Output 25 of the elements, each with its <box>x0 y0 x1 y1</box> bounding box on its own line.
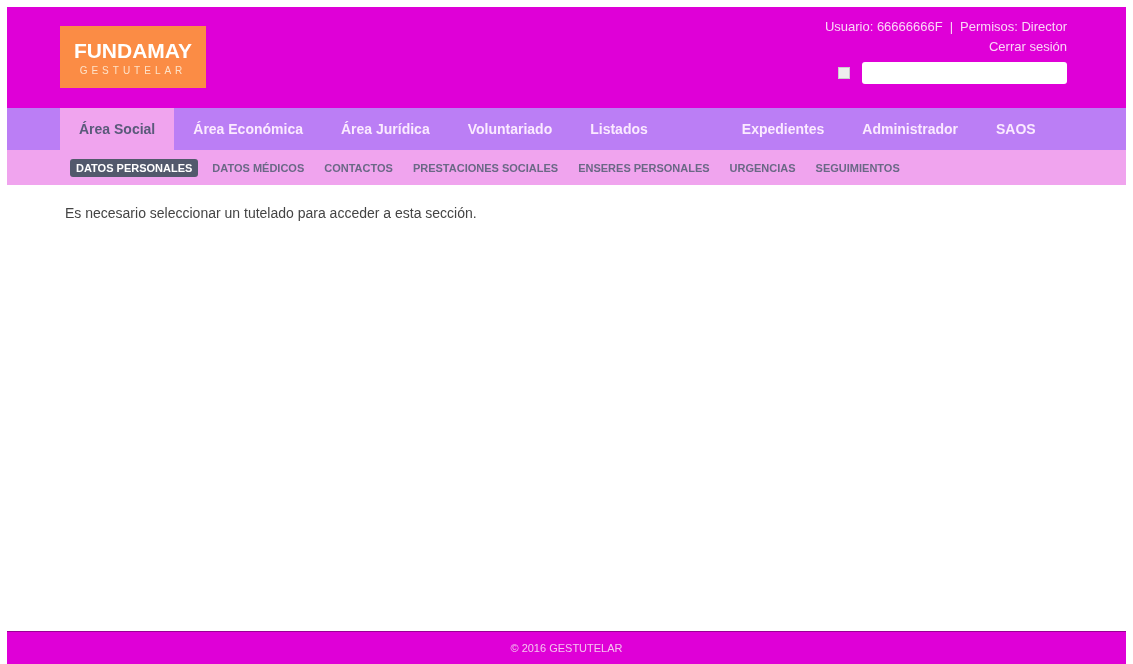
nav-tab[interactable]: Administrador <box>843 108 977 150</box>
subnav-tab[interactable]: DATOS MÉDICOS <box>206 158 311 177</box>
nav-tab[interactable]: Área Social <box>60 108 175 150</box>
subnav-tab[interactable]: ENSERES PERSONALES <box>572 158 716 177</box>
nav-tab[interactable]: Expedientes <box>722 108 844 150</box>
search-field[interactable] <box>862 62 1067 84</box>
user-label: Usuario: 66666666F <box>824 19 943 34</box>
subnav-tab[interactable]: SEGUIMIENTOS <box>809 158 906 177</box>
nav-tab[interactable]: Listados <box>571 108 667 150</box>
checkbox[interactable] <box>838 67 850 79</box>
subnav-tab[interactable]: URGENCIAS <box>723 158 802 177</box>
info-message: Es necesario seleccionar un tutelado para acceder a esta sección. <box>65 205 477 221</box>
subnav-tab[interactable]: PRESTACIONES SOCIALES <box>406 158 565 177</box>
nav-tab[interactable]: Voluntariado <box>448 108 572 150</box>
nav-tab[interactable]: SAOS <box>977 108 1055 150</box>
nav-tab[interactable]: Área Jurídica <box>322 108 449 150</box>
logo-title: FUNDAMAY <box>73 38 193 63</box>
subnav-tab[interactable]: CONTACTOS <box>318 158 399 177</box>
logout-link[interactable]: Cerrar sesión <box>988 39 1067 54</box>
copyright-text: © 2016 GESTUTELAR <box>510 642 623 654</box>
permissions-label: Permisos: Director <box>960 19 1067 34</box>
logo-subtitle: GESTUTELAR <box>79 64 187 76</box>
nav-tab[interactable]: Área Económica <box>174 108 322 150</box>
separator: | <box>949 19 954 34</box>
subnav-tab[interactable]: DATOS PERSONALES <box>70 158 199 177</box>
